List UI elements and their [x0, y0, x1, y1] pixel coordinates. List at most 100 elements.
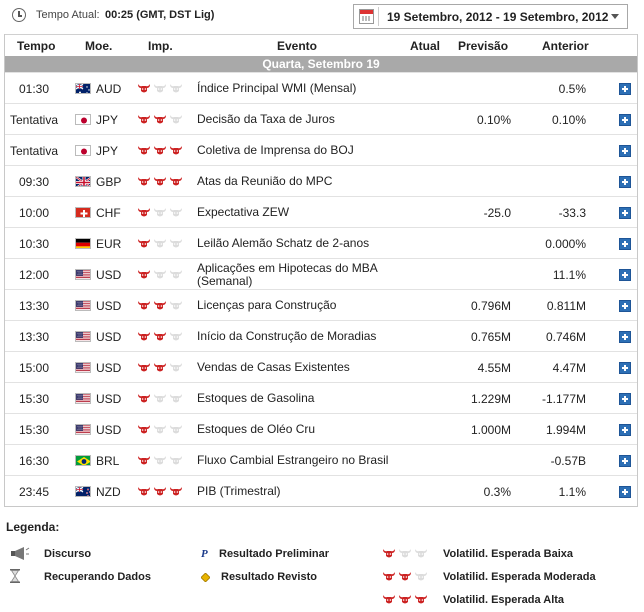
- importance-bulls: [137, 207, 183, 218]
- event-row[interactable]: 23:45 NZD PIB (Trimestral) 0.3% 1.1%: [5, 475, 637, 506]
- event-previous: 1.1%: [558, 484, 586, 499]
- event-name[interactable]: Licenças para Construção: [197, 290, 407, 321]
- expand-plus-icon[interactable]: [619, 175, 631, 188]
- expand-plus-icon[interactable]: [619, 113, 631, 126]
- event-forecast: [435, 445, 511, 476]
- col-header-currency[interactable]: Moe.: [85, 39, 112, 53]
- hourglass-icon: [10, 569, 20, 583]
- expand-plus-icon[interactable]: [619, 268, 631, 281]
- bull-icon-active: [137, 176, 151, 187]
- bull-icon-inactive: [414, 571, 428, 582]
- col-header-event[interactable]: Evento: [277, 39, 317, 53]
- event-currency: AUD: [96, 81, 122, 96]
- event-name[interactable]: Atas da Reunião do MPC: [197, 166, 407, 197]
- event-previous: 0.811M: [546, 298, 586, 313]
- bull-icon-inactive: [398, 548, 412, 559]
- chevron-down-icon[interactable]: [611, 14, 619, 19]
- importance-bulls: [137, 145, 183, 156]
- event-name[interactable]: Coletiva de Imprensa do BOJ: [197, 135, 407, 166]
- event-name[interactable]: Estoques de Gasolina: [197, 383, 407, 414]
- bull-icon-active: [382, 571, 396, 582]
- expand-plus-icon[interactable]: [619, 330, 631, 343]
- event-name[interactable]: Fluxo Cambial Estrangeiro no Brasil: [197, 445, 407, 476]
- col-header-previous[interactable]: Anterior: [542, 39, 589, 53]
- event-name[interactable]: Estoques de Oléo Cru: [197, 414, 407, 445]
- importance-bulls: [137, 362, 183, 373]
- event-previous: 1.994M: [545, 422, 586, 437]
- event-row[interactable]: 01:30 AUD Índice Principal WMI (Mensal) 0.5…: [5, 72, 637, 103]
- event-row[interactable]: 15:30 USD Estoques de Gasolina 1.229M -1.177…: [5, 382, 637, 413]
- event-row[interactable]: 13:30 USD Início da Construção de Moradias…: [5, 320, 637, 351]
- event-row[interactable]: 09:30 GBP Atas da Reunião do MPC: [5, 165, 637, 196]
- bull-icon-active: [382, 548, 396, 559]
- event-previous: -0.57B: [550, 453, 586, 468]
- expand-plus-icon[interactable]: [619, 423, 631, 436]
- event-forecast: 0.796M: [470, 298, 511, 313]
- date-range-picker[interactable]: 19 Setembro, 2012 - 19 Setembro, 2012: [353, 4, 628, 29]
- col-header-importance[interactable]: Imp.: [148, 39, 173, 53]
- event-time: 12:00: [18, 267, 50, 282]
- event-name[interactable]: Aplicações em Hipotecas do MBA (Semanal): [197, 259, 407, 290]
- expand-plus-icon[interactable]: [619, 392, 631, 405]
- event-row[interactable]: 10:30 EUR Leilão Alemão Schatz de 2-anos 0.…: [5, 227, 637, 258]
- legend-vol-high: Volatilid. Esperada Alta: [443, 594, 565, 606]
- col-header-actual[interactable]: Atual: [410, 39, 440, 53]
- current-time-label: Tempo Atual:: [36, 9, 100, 21]
- event-name[interactable]: PIB (Trimestral): [197, 476, 407, 507]
- event-row[interactable]: 12:00 USD Aplicações em Hipotecas do MBA (…: [5, 258, 637, 289]
- event-currency: GBP: [96, 174, 122, 189]
- legend-preliminary: Resultado Preliminar: [219, 548, 330, 560]
- event-row[interactable]: 15:00 USD Vendas de Casas Existentes 4.55M 4…: [5, 351, 637, 382]
- event-time: 23:45: [18, 484, 50, 499]
- event-name[interactable]: Leilão Alemão Schatz de 2-anos: [197, 228, 407, 259]
- event-forecast: 0.3%: [483, 484, 511, 499]
- calendar-icon[interactable]: [359, 9, 374, 24]
- event-row[interactable]: 16:30 BRL Fluxo Cambial Estrangeiro no Bra…: [5, 444, 637, 475]
- expand-plus-icon[interactable]: [619, 485, 631, 498]
- event-name[interactable]: Índice Principal WMI (Mensal): [197, 73, 407, 104]
- importance-bulls: [137, 424, 183, 435]
- expand-plus-icon[interactable]: [619, 454, 631, 467]
- bull-icon-active: [153, 176, 167, 187]
- bull-icon-inactive: [169, 393, 183, 404]
- event-row[interactable]: 10:00 CHF Expectativa ZEW -25.0 -33.3: [5, 196, 637, 227]
- event-importance: [137, 414, 187, 445]
- event-importance: [137, 445, 187, 476]
- col-header-time[interactable]: Tempo: [17, 39, 55, 53]
- legend-bulls-moderate: [382, 571, 428, 582]
- event-row[interactable]: 13:30 USD Licenças para Construção 0.796M 0.…: [5, 289, 637, 320]
- bull-icon-inactive: [153, 83, 167, 94]
- event-name[interactable]: Decisão da Taxa de Juros: [197, 104, 407, 135]
- legend-speech: Discurso: [44, 548, 92, 560]
- event-previous: 0.746M: [545, 329, 586, 344]
- expand-plus-icon[interactable]: [619, 144, 631, 157]
- bull-icon-active: [137, 83, 151, 94]
- col-header-forecast[interactable]: Previsão: [458, 39, 508, 53]
- event-row[interactable]: Tentativa JPY Coletiva de Imprensa do BOJ: [5, 134, 637, 165]
- newzealand-flag-icon: [75, 486, 91, 497]
- expand-plus-icon[interactable]: [619, 237, 631, 250]
- expand-plus-icon[interactable]: [619, 82, 631, 95]
- expand-plus-icon[interactable]: [619, 206, 631, 219]
- event-row[interactable]: 15:30 USD Estoques de Oléo Cru 1.000M 1.994M: [5, 413, 637, 444]
- current-time-value: 00:25 (GMT, DST Lig): [105, 9, 215, 21]
- event-name[interactable]: Expectativa ZEW: [197, 197, 407, 228]
- event-name[interactable]: Início da Construção de Moradias: [197, 321, 407, 352]
- event-importance: [137, 352, 187, 383]
- event-row[interactable]: Tentativa JPY Decisão da Taxa de Juros 0.10…: [5, 103, 637, 134]
- legend-bulls-high: [382, 594, 428, 605]
- event-importance: [137, 73, 187, 104]
- event-forecast: [435, 166, 511, 197]
- bull-icon-active: [137, 455, 151, 466]
- switzerland-flag-icon: [75, 207, 91, 218]
- bull-icon-active: [137, 114, 151, 125]
- event-previous: 4.47M: [552, 360, 586, 375]
- event-time: 15:00: [18, 360, 50, 375]
- bull-icon-active: [137, 393, 151, 404]
- event-forecast: [435, 135, 511, 166]
- event-name[interactable]: Vendas de Casas Existentes: [197, 352, 407, 383]
- bull-icon-inactive: [153, 207, 167, 218]
- event-importance: [137, 476, 187, 507]
- expand-plus-icon[interactable]: [619, 299, 631, 312]
- expand-plus-icon[interactable]: [619, 361, 631, 374]
